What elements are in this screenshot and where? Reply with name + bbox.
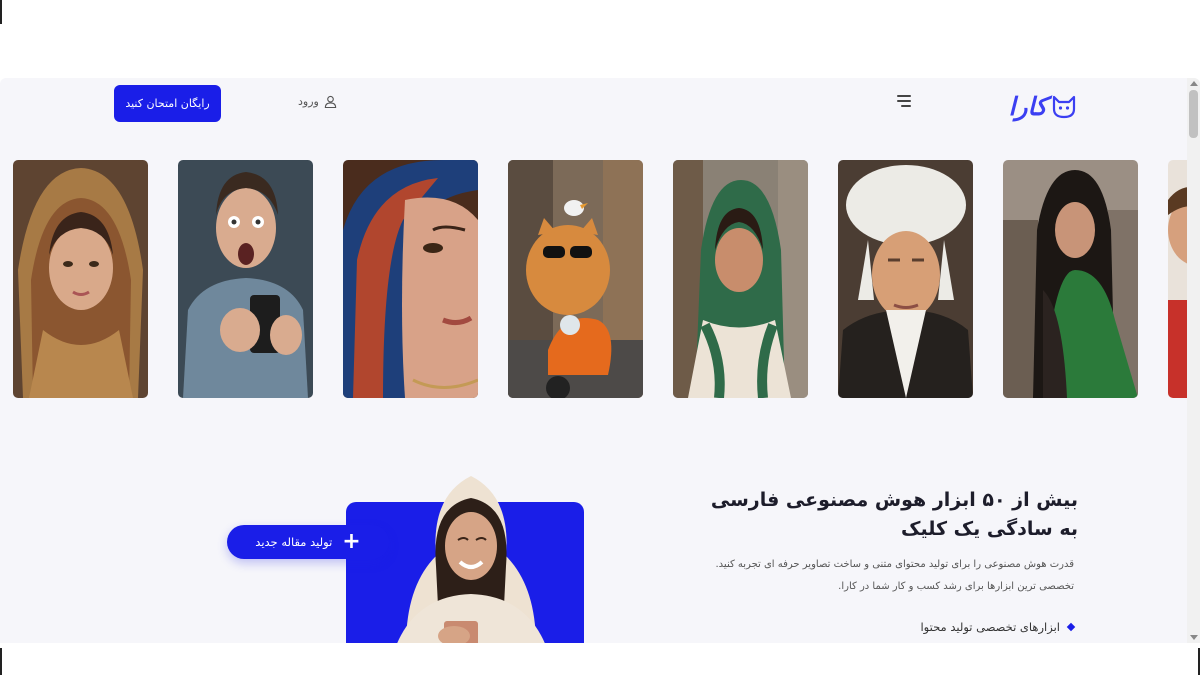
- diamond-bullet-icon: [1066, 622, 1076, 632]
- scroll-down-arrow-icon[interactable]: [1190, 635, 1198, 640]
- portrait-woman-blue-scarf-image: [343, 160, 478, 398]
- portrait-woman-paisley-scarf-image: [13, 160, 148, 398]
- portrait-shocked-man-image: [178, 160, 313, 398]
- hero-description-line: قدرت هوش مصنوعی را برای تولید محتوای متن…: [715, 559, 1075, 570]
- cat-on-scooter-image: [508, 160, 643, 398]
- portrait-man-white-turban-image: [838, 160, 973, 398]
- portrait-woman-green-scarf-image: [673, 160, 808, 398]
- logo[interactable]: کارا: [1003, 91, 1077, 121]
- scrollbar-thumb[interactable]: [1189, 90, 1198, 138]
- cat-logo-icon: [1052, 95, 1076, 119]
- login-label: ورود: [298, 95, 319, 108]
- try-free-button[interactable]: رایگان امتحان کنید: [114, 85, 221, 122]
- gallery-card[interactable]: [178, 160, 313, 398]
- plus-icon: +: [342, 529, 361, 554]
- gallery-card[interactable]: [508, 160, 643, 398]
- browser-top-area: [0, 0, 1200, 78]
- gallery-card[interactable]: [673, 160, 808, 398]
- gallery-card[interactable]: [13, 160, 148, 398]
- page-scrollbar[interactable]: [1187, 78, 1200, 643]
- hamburger-line: [897, 100, 911, 102]
- browser-bottom-area: [0, 643, 1200, 675]
- hero-woman-with-phone-image: [397, 476, 545, 643]
- gallery-card[interactable]: [838, 160, 973, 398]
- window-edge-mark: [0, 648, 2, 675]
- new-article-button[interactable]: + تولید مقاله جدید: [227, 525, 389, 559]
- portrait-woman-green-shawl-image: [1003, 160, 1138, 398]
- gallery-card[interactable]: [343, 160, 478, 398]
- new-article-label: تولید مقاله جدید: [255, 535, 333, 549]
- window-edge-mark: [0, 0, 2, 24]
- hamburger-menu-button[interactable]: [891, 93, 911, 109]
- logo-text: کارا: [1008, 91, 1047, 121]
- page-viewport: کارا ورود رایگان امتحان کنید بیش از ۵۰ ا…: [0, 78, 1200, 643]
- hamburger-line: [901, 105, 911, 107]
- scroll-up-arrow-icon[interactable]: [1190, 81, 1198, 86]
- gallery-card[interactable]: [1003, 160, 1138, 398]
- image-gallery: [0, 160, 1200, 398]
- hamburger-line: [897, 95, 911, 97]
- hero-description: قدرت هوش مصنوعی را برای تولید محتوای متن…: [640, 554, 1075, 598]
- feature-label: ابزارهای تخصصی تولید محتوا: [920, 620, 1060, 634]
- user-icon: [324, 95, 337, 108]
- hero-title: بیش از ۵۰ ابزار هوش مصنوعی فارسی به سادگ…: [710, 489, 1078, 540]
- hero-description-line: تخصصی ترین ابزارها برای رشد کسب و کار شم…: [838, 581, 1074, 592]
- feature-list-item: ابزارهای تخصصی تولید محتوا: [850, 620, 1076, 634]
- login-link[interactable]: ورود: [298, 95, 337, 108]
